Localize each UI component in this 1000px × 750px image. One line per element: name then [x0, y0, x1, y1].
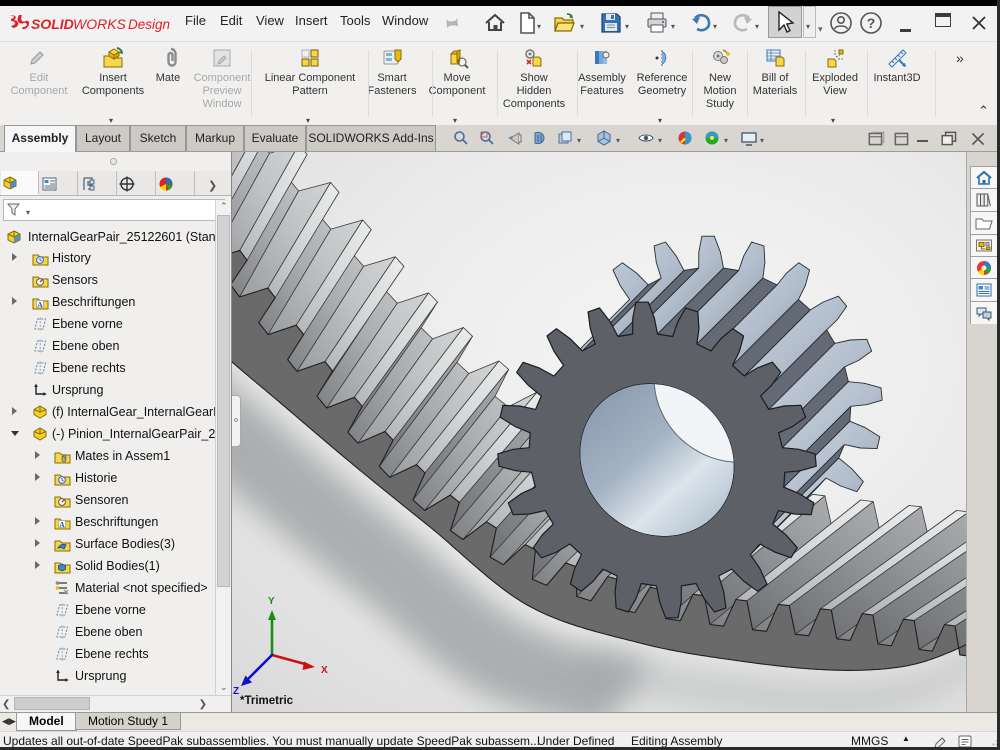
svg-text:*Trimetric: *Trimetric	[240, 695, 294, 707]
svg-text:Design: Design	[128, 17, 170, 32]
svg-text:SOLID: SOLID	[31, 16, 74, 32]
svg-text:Y: Y	[268, 596, 275, 607]
svg-text:A: A	[59, 520, 65, 529]
svg-text:X: X	[321, 665, 328, 676]
svg-text:?: ?	[867, 15, 876, 31]
svg-text:WORKS: WORKS	[73, 16, 127, 32]
svg-text:A: A	[37, 300, 43, 309]
svg-text:Z: Z	[233, 686, 239, 697]
